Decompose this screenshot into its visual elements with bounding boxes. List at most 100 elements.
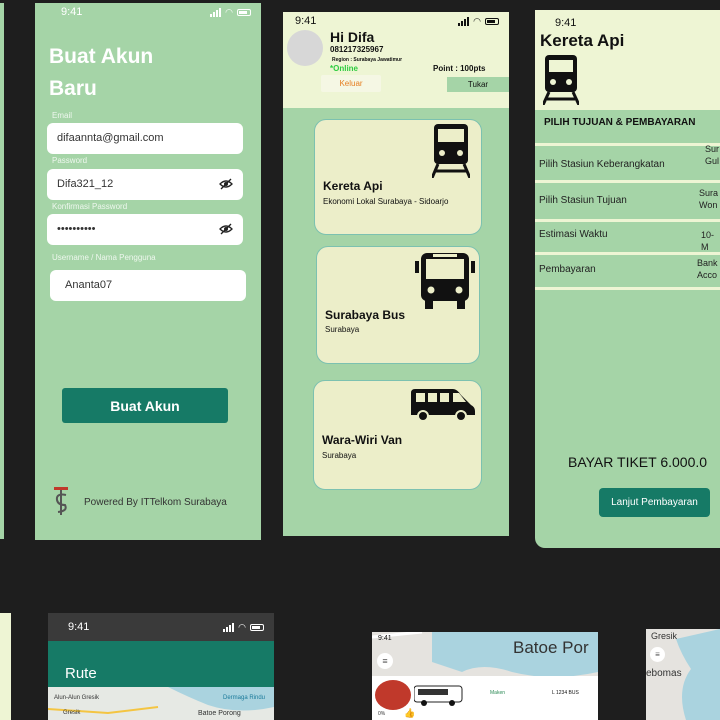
card-subtitle: Ekonomi Lokal Surabaya - Sidoarjo <box>323 197 449 206</box>
region: Region : Surabaya Jawatimur <box>332 57 403 63</box>
map-label: Batoe Porong <box>198 710 241 717</box>
password-value: Difa321_12 <box>57 178 114 190</box>
map-label: ebomas <box>646 668 682 679</box>
row-label: Estimasi Waktu <box>539 229 608 240</box>
thumbs-up-icon[interactable]: 👍 <box>404 708 415 719</box>
status-bar: 9:41 ◠ <box>48 613 274 641</box>
row-value: Sura Won <box>699 188 719 210</box>
row-label: Pilih Stasiun Keberangkatan <box>539 159 665 170</box>
departure-row[interactable]: Pilih Stasiun Keberangkatan Sur Gul <box>535 144 720 180</box>
card-subtitle: Surabaya <box>325 325 360 334</box>
driver-status: Maken <box>490 690 506 696</box>
page-title-line2: Baru <box>49 77 97 100</box>
logout-label: Keluar <box>339 79 363 88</box>
online-status: *Online <box>330 64 359 73</box>
route-screen: 9:41 ◠ Rute Alun-Alun Gresik Dermaga Rin… <box>48 613 274 720</box>
confirm-password-value: •••••••••• <box>57 223 96 235</box>
status-icons: ◠ <box>223 622 264 633</box>
status-bar: 9:41 ◠ <box>283 12 509 30</box>
map-view-screen: 9:41 Batoe Por ≡ 0% 👍 Maken L 1234 BUS <box>372 632 598 720</box>
divider <box>535 287 720 290</box>
plate-number: L 1234 BUS <box>552 690 579 696</box>
row-value: Bank Acco <box>697 258 718 280</box>
destination-row[interactable]: Pilih Stasiun Tujuan Sura Won <box>535 183 720 219</box>
menu-button[interactable]: ≡ <box>650 647 665 662</box>
status-bar: 9:41 ◠ <box>35 3 261 21</box>
payment-row[interactable]: Pembayaran Bank Acco <box>535 255 720 287</box>
status-time: 9:41 <box>68 621 90 633</box>
email-label: Email <box>52 111 73 120</box>
card-title: Kereta Api <box>323 179 383 193</box>
eye-off-icon[interactable] <box>219 177 233 191</box>
bus-icon <box>415 253 475 309</box>
map-label: Gresik <box>63 710 81 716</box>
exchange-label: Tukar <box>467 80 489 89</box>
page-title: Buat Akun Baru <box>49 41 153 105</box>
username-label: Username / Nama Pengguna <box>52 253 156 262</box>
driver-panel: 0% 👍 Maken L 1234 BUS <box>372 676 598 720</box>
footer-text: Powered By ITTelkom Surabaya <box>84 497 227 508</box>
page-title-line1: Buat Akun <box>49 45 154 68</box>
row-label: Pembayaran <box>539 264 596 275</box>
battery-icon <box>485 17 499 25</box>
create-account-button[interactable]: Buat Akun <box>62 388 228 423</box>
van-icon <box>411 389 475 421</box>
page-title: Rute <box>65 665 97 682</box>
left-partial-map-screen <box>0 613 11 720</box>
logout-button[interactable]: Keluar <box>321 75 381 92</box>
row-label: Pilih Stasiun Tujuan <box>539 195 627 206</box>
greeting: Hi Difa <box>330 29 375 45</box>
signup-screen: 9:41 ◠ Buat Akun Baru Email difaannta@gm… <box>35 3 261 540</box>
transport-card-train[interactable]: Kereta Api Ekonomi Lokal Surabaya - Sido… <box>314 119 482 235</box>
signal-icon <box>458 16 470 26</box>
signal-icon <box>210 7 222 17</box>
confirm-password-field[interactable]: •••••••••• <box>47 214 243 245</box>
status-time: 9:41 <box>378 635 392 642</box>
battery-icon <box>250 623 264 631</box>
password-field[interactable]: Difa321_12 <box>47 169 243 200</box>
continue-payment-button[interactable]: Lanjut Pembayaran <box>599 488 710 517</box>
wifi-icon: ◠ <box>225 6 233 17</box>
map-label: Dermaga Rindu <box>223 695 266 701</box>
row-value: Sur Gul <box>705 144 720 166</box>
percent-label: 0% <box>378 711 386 717</box>
status-icons: ◠ <box>210 7 251 18</box>
train-ticket-screen: 9:41 Kereta Api PILIH TUJUAN & PEMBAYARA… <box>535 10 720 548</box>
eye-off-icon[interactable] <box>219 222 233 236</box>
train-icon <box>543 55 579 105</box>
email-field[interactable]: difaannta@gmail.com <box>47 123 243 154</box>
bus-icon <box>414 685 463 706</box>
transport-card-van[interactable]: Wara-Wiri Van Surabaya <box>313 380 482 490</box>
route-map[interactable]: Alun-Alun Gresik Dermaga Rindu Gresik Ba… <box>48 687 274 720</box>
map-place-label: Batoe Por <box>513 638 589 657</box>
battery-icon <box>237 8 251 16</box>
wifi-icon: ◠ <box>238 621 246 632</box>
total-price: BAYAR TIKET 6.000.0 <box>568 454 708 470</box>
driver-avatar <box>375 680 411 710</box>
left-partial-screen <box>0 3 4 539</box>
create-account-label: Buat Akun <box>110 397 180 414</box>
map-label: Gresik <box>651 631 678 641</box>
username-value: Ananta07 <box>65 279 113 291</box>
username-field[interactable]: Ananta07 <box>50 270 246 301</box>
points: Point : 100pts <box>433 64 486 73</box>
card-subtitle: Surabaya <box>322 451 357 460</box>
home-screen: 9:41 ◠ Hi Difa 081217325967 Region : Sur… <box>283 12 509 536</box>
status-time: 9:41 <box>555 17 577 29</box>
ittelkom-logo <box>54 487 68 515</box>
transport-card-bus[interactable]: Surabaya Bus Surabaya <box>316 246 480 364</box>
row-value: 10-M <box>701 230 715 252</box>
map-label: Alun-Alun Gresik <box>54 695 100 701</box>
exchange-button[interactable]: Tukar <box>447 77 509 92</box>
signal-icon <box>223 622 235 632</box>
page-title: Kereta Api <box>540 31 625 50</box>
confirm-password-label: Konfirmasi Password <box>52 202 128 211</box>
phone-number: 081217325967 <box>330 45 384 54</box>
menu-button[interactable]: ≡ <box>377 653 393 669</box>
avatar[interactable] <box>287 30 323 66</box>
wifi-icon: ◠ <box>473 15 481 26</box>
password-label: Password <box>52 156 88 165</box>
card-title: Wara-Wiri Van <box>322 433 403 447</box>
train-icon <box>432 124 470 178</box>
map-view-screen-2: Gresik ≡ ebomas <box>646 629 720 720</box>
